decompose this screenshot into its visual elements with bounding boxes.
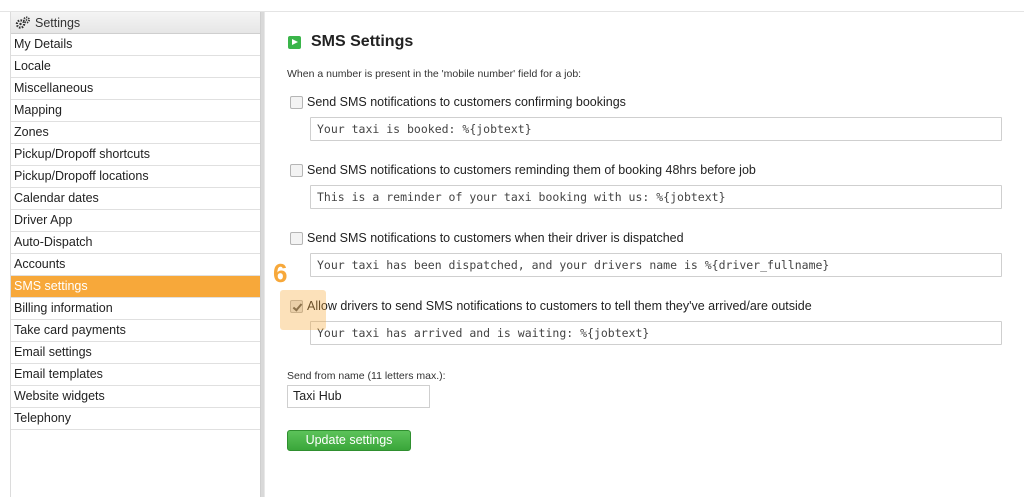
sidebar-item-take-card-payments[interactable]: Take card payments — [11, 320, 260, 342]
sidebar-item-calendar-dates[interactable]: Calendar dates — [11, 188, 260, 210]
sidebar-item-pickup-dropoff-locations[interactable]: Pickup/Dropoff locations — [11, 166, 260, 188]
panel-resize-handle[interactable] — [260, 12, 265, 497]
sidebar-item-website-widgets[interactable]: Website widgets — [11, 386, 260, 408]
send-from-name-label: Send from name (11 letters max.): — [287, 370, 446, 382]
sms-settings-panel: SMS Settings When a number is present in… — [266, 12, 1024, 497]
sidebar-header-label: Settings — [35, 15, 81, 30]
update-settings-button[interactable]: Update settings — [287, 430, 411, 451]
sidebar-item-auto-dispatch[interactable]: Auto-Dispatch — [11, 232, 260, 254]
page-title-row: SMS Settings — [288, 32, 413, 52]
driver-dispatched-message-input[interactable]: Your taxi has been dispatched, and your … — [310, 253, 1002, 277]
driver-dispatched-checkbox[interactable] — [290, 231, 303, 245]
send-from-name-input[interactable]: Taxi Hub — [287, 385, 430, 408]
confirm-bookings-label: Send SMS notifications to customers conf… — [307, 95, 626, 109]
sidebar-item-billing-information[interactable]: Billing information — [11, 298, 260, 320]
top-bar — [0, 0, 1024, 12]
sidebar-item-accounts[interactable]: Accounts — [11, 254, 260, 276]
sidebar-item-email-settings[interactable]: Email settings — [11, 342, 260, 364]
sidebar-item-telephony[interactable]: Telephony — [11, 408, 260, 430]
sidebar-item-pickup-dropoff-shortcuts[interactable]: Pickup/Dropoff shortcuts — [11, 144, 260, 166]
step-number-badge: 6 — [273, 258, 288, 288]
sidebar-header: Settings — [11, 12, 260, 34]
reminder-48hrs-message-input[interactable]: This is a reminder of your taxi booking … — [310, 185, 1002, 209]
sidebar-item-miscellaneous[interactable]: Miscellaneous — [11, 78, 260, 100]
option-driver-arrived: Allow drivers to send SMS notifications … — [290, 298, 812, 314]
sidebar-item-my-details[interactable]: My Details — [11, 34, 260, 56]
gears-icon — [15, 16, 31, 30]
sidebar-item-mapping[interactable]: Mapping — [11, 100, 260, 122]
page-title: SMS Settings — [311, 33, 414, 50]
sidebar-item-zones[interactable]: Zones — [11, 122, 260, 144]
confirm-bookings-checkbox[interactable] — [290, 95, 303, 109]
reminder-48hrs-label: Send SMS notifications to customers remi… — [307, 163, 756, 177]
intro-text: When a number is present in the 'mobile … — [287, 68, 582, 80]
sidebar-item-driver-app[interactable]: Driver App — [11, 210, 260, 232]
driver-arrived-message-input[interactable]: Your taxi has arrived and is waiting: %{… — [310, 321, 1002, 345]
option-driver-dispatched: Send SMS notifications to customers when… — [290, 230, 684, 246]
sidebar-item-locale[interactable]: Locale — [11, 56, 260, 78]
settings-sidebar: Settings My Details Locale Miscellaneous… — [10, 12, 260, 497]
sidebar-list: My Details Locale Miscellaneous Mapping … — [11, 34, 260, 430]
reminder-48hrs-checkbox[interactable] — [290, 163, 303, 177]
sidebar-item-sms-settings[interactable]: SMS settings — [11, 276, 260, 298]
option-confirm-bookings: Send SMS notifications to customers conf… — [290, 94, 626, 110]
step-highlight — [280, 290, 326, 330]
sms-play-icon — [288, 35, 301, 49]
driver-dispatched-label: Send SMS notifications to customers when… — [307, 231, 684, 245]
sidebar-item-email-templates[interactable]: Email templates — [11, 364, 260, 386]
confirm-bookings-message-input[interactable]: Your taxi is booked: %{jobtext} — [310, 117, 1002, 141]
option-reminder-48hrs: Send SMS notifications to customers remi… — [290, 162, 756, 178]
driver-arrived-label: Allow drivers to send SMS notifications … — [307, 299, 812, 313]
